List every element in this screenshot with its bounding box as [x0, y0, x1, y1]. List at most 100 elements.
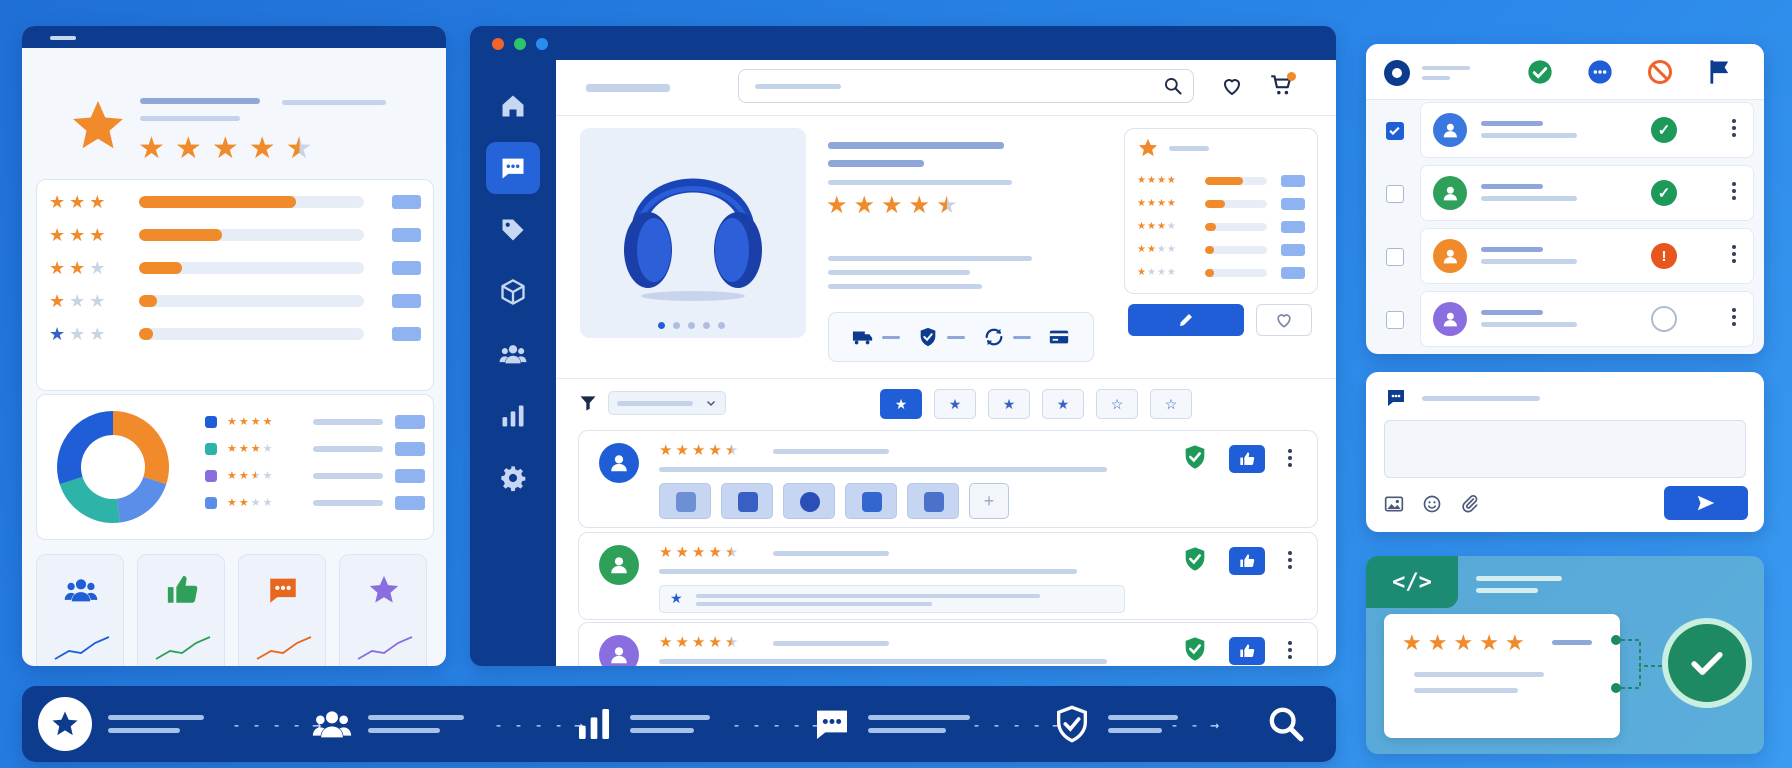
- select-all-toggle[interactable]: [1384, 60, 1410, 86]
- donut-segment[interactable]: [112, 411, 169, 485]
- code-embed-tag[interactable]: </>: [1366, 556, 1458, 608]
- star-filter-button[interactable]: ☆: [1096, 389, 1138, 419]
- donut-segment[interactable]: [57, 411, 114, 485]
- review-photo-thumbnail[interactable]: [845, 483, 897, 519]
- moderation-row[interactable]: !: [1420, 228, 1754, 284]
- add-photo-button[interactable]: +: [969, 483, 1009, 519]
- carousel-dot[interactable]: [658, 322, 665, 329]
- distribution-row[interactable]: ★ ★ ★: [49, 287, 421, 315]
- legend-label-line: [313, 473, 383, 479]
- row-checkbox[interactable]: [1386, 248, 1404, 266]
- sidebar-item-users[interactable]: [486, 328, 540, 380]
- star-filter-button[interactable]: ★: [934, 389, 976, 419]
- mini-distribution-row[interactable]: ★ ★ ★ ★: [1137, 173, 1307, 189]
- flow-step-bar-chart[interactable]: [574, 686, 710, 762]
- flow-step-users[interactable]: [312, 686, 464, 762]
- sidebar-item-home[interactable]: [486, 80, 540, 132]
- distribution-row[interactable]: ★ ★ ★: [49, 221, 421, 249]
- star-filter-button[interactable]: ★: [1042, 389, 1084, 419]
- row-options-button[interactable]: [1731, 245, 1737, 263]
- flow-step-search[interactable]: [1266, 686, 1306, 762]
- like-button[interactable]: [1229, 637, 1265, 665]
- row-options-button[interactable]: [1731, 119, 1737, 137]
- paperclip-attach-button[interactable]: [1460, 494, 1480, 514]
- check-circle-action-button[interactable]: [1526, 58, 1554, 86]
- close-window-button[interactable]: [492, 38, 504, 50]
- review-photo-thumbnail[interactable]: [783, 483, 835, 519]
- send-button[interactable]: [1664, 486, 1748, 520]
- maximize-window-button[interactable]: [536, 38, 548, 50]
- ban-action-button[interactable]: [1646, 58, 1674, 86]
- sort-dropdown[interactable]: [608, 391, 726, 415]
- avatar[interactable]: [599, 443, 639, 483]
- sidebar-item-bar-chart[interactable]: [486, 390, 540, 442]
- distribution-row[interactable]: ★ ★ ★: [49, 254, 421, 282]
- image-attach-button[interactable]: [1384, 494, 1404, 514]
- review-item[interactable]: ★ ★ ★ ★ ★: [578, 622, 1318, 666]
- stat-card[interactable]: [339, 554, 427, 666]
- carousel-dot[interactable]: [703, 322, 710, 329]
- sidebar-item-gear[interactable]: [486, 452, 540, 504]
- carousel-dot[interactable]: [688, 322, 695, 329]
- row-options-button[interactable]: [1731, 308, 1737, 326]
- carousel-dot[interactable]: [673, 322, 680, 329]
- more-options-button[interactable]: [1287, 449, 1293, 467]
- star-icon: ★: [1166, 244, 1176, 255]
- star-filter-button[interactable]: ★: [988, 389, 1030, 419]
- avatar[interactable]: [599, 635, 639, 666]
- mini-distribution-row[interactable]: ★ ★ ★ ★: [1137, 242, 1307, 258]
- distribution-row[interactable]: ★ ★ ★: [49, 320, 421, 348]
- mini-distribution-row[interactable]: ★ ★ ★ ★: [1137, 196, 1307, 212]
- search-icon[interactable]: [1163, 76, 1183, 96]
- carousel-dot[interactable]: [718, 322, 725, 329]
- sidebar-item-box[interactable]: [486, 266, 540, 318]
- moderation-row[interactable]: ✓: [1420, 102, 1754, 158]
- reply-textarea[interactable]: [1384, 420, 1746, 478]
- stat-card[interactable]: [137, 554, 225, 666]
- review-photo-thumbnail[interactable]: [907, 483, 959, 519]
- stat-card[interactable]: [238, 554, 326, 666]
- wishlist-button[interactable]: [1256, 304, 1312, 336]
- write-review-button[interactable]: [1128, 304, 1244, 336]
- image-carousel-dots[interactable]: [658, 322, 725, 329]
- heart-icon[interactable]: [1220, 74, 1244, 98]
- more-options-button[interactable]: [1287, 641, 1293, 659]
- stat-card[interactable]: [36, 554, 124, 666]
- review-item[interactable]: ★ ★ ★ ★ ★ ★: [578, 532, 1318, 620]
- row-stars: ★ ★ ★: [49, 259, 131, 277]
- chat-bubble-action-button[interactable]: [1586, 58, 1614, 86]
- row-checkbox[interactable]: [1386, 185, 1404, 203]
- moderation-row[interactable]: [1420, 291, 1754, 347]
- minimize-window-button[interactable]: [514, 38, 526, 50]
- search-input[interactable]: [738, 69, 1194, 103]
- flow-step-star[interactable]: [38, 686, 204, 762]
- row-checkbox[interactable]: [1386, 122, 1404, 140]
- star-filter-button[interactable]: ☆: [1150, 389, 1192, 419]
- like-button[interactable]: [1229, 547, 1265, 575]
- sidebar-item-tag[interactable]: [486, 204, 540, 256]
- star-icon: ★: [1427, 630, 1448, 655]
- cart-button[interactable]: [1268, 72, 1298, 100]
- row-checkbox[interactable]: [1386, 311, 1404, 329]
- product-image[interactable]: [580, 128, 806, 338]
- avatar[interactable]: [599, 545, 639, 585]
- moderation-row[interactable]: ✓: [1420, 165, 1754, 221]
- more-options-button[interactable]: [1287, 551, 1293, 569]
- donut-segment[interactable]: [59, 476, 121, 523]
- mini-distribution-row[interactable]: ★ ★ ★ ★: [1137, 219, 1307, 235]
- review-photo-thumbnail[interactable]: [721, 483, 773, 519]
- mini-distribution-row[interactable]: ★ ★ ★ ★: [1137, 265, 1307, 281]
- flow-step-shield-check[interactable]: [1052, 686, 1178, 762]
- filter-icon[interactable]: [578, 393, 598, 413]
- distribution-row[interactable]: ★ ★ ★: [49, 188, 421, 216]
- smiley-attach-button[interactable]: [1422, 494, 1442, 514]
- row-options-button[interactable]: [1731, 182, 1737, 200]
- flow-step-chat-bubble[interactable]: [812, 686, 970, 762]
- sidebar-item-chat[interactable]: [486, 142, 540, 194]
- like-button[interactable]: [1229, 445, 1265, 473]
- review-item[interactable]: ★ ★ ★ ★ ★ +: [578, 430, 1318, 528]
- flag-action-button[interactable]: [1706, 58, 1734, 86]
- donut-segment[interactable]: [116, 476, 167, 523]
- star-filter-button[interactable]: ★: [880, 389, 922, 419]
- review-photo-thumbnail[interactable]: [659, 483, 711, 519]
